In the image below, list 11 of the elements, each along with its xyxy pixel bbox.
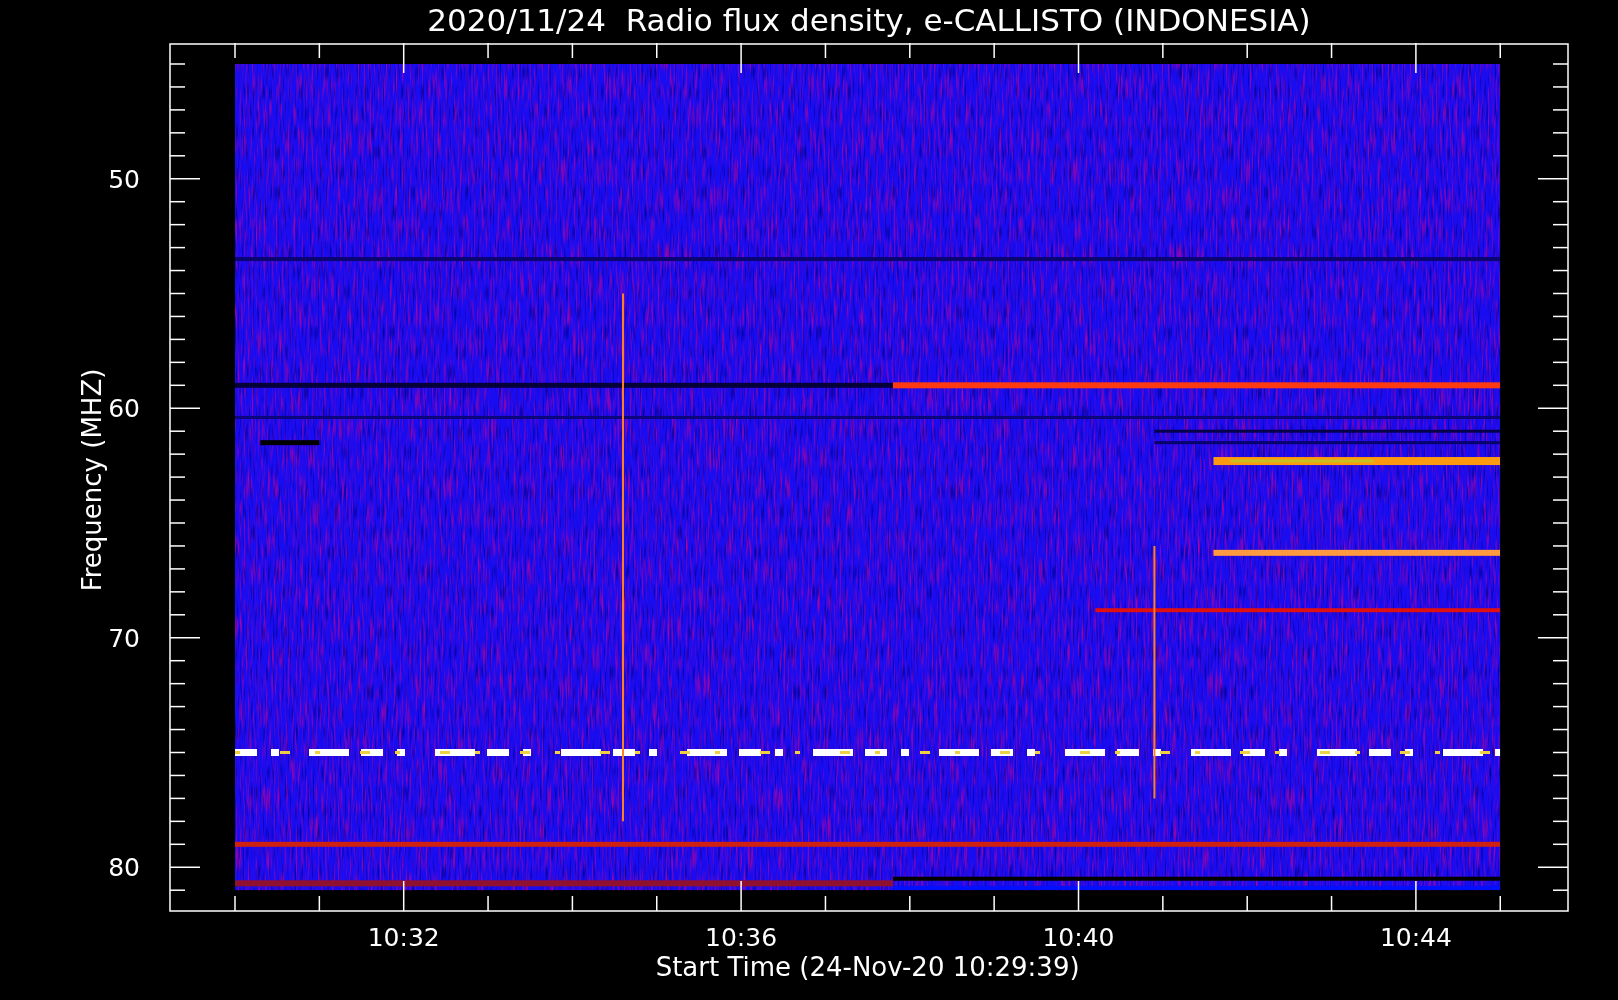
x-tick-label: 10:44: [1379, 923, 1452, 952]
y-tick-label: 50: [108, 164, 140, 194]
chart-title: 2020/11/24 Radio flux density, e-CALLISTO (INDONESIA): [427, 1, 1311, 40]
y-tick-label: 60: [108, 394, 140, 424]
x-tick-label: 10:32: [367, 923, 440, 952]
x-tick-label: 10:40: [1042, 923, 1115, 952]
y-axis-label: Frequency (MHZ): [77, 368, 107, 592]
x-axis-label: Start Time (24-Nov-20 10:29:39): [655, 952, 1080, 982]
x-tick-label: 10:36: [705, 923, 778, 952]
y-tick-label: 80: [108, 853, 140, 883]
y-tick-label: 70: [108, 623, 140, 653]
